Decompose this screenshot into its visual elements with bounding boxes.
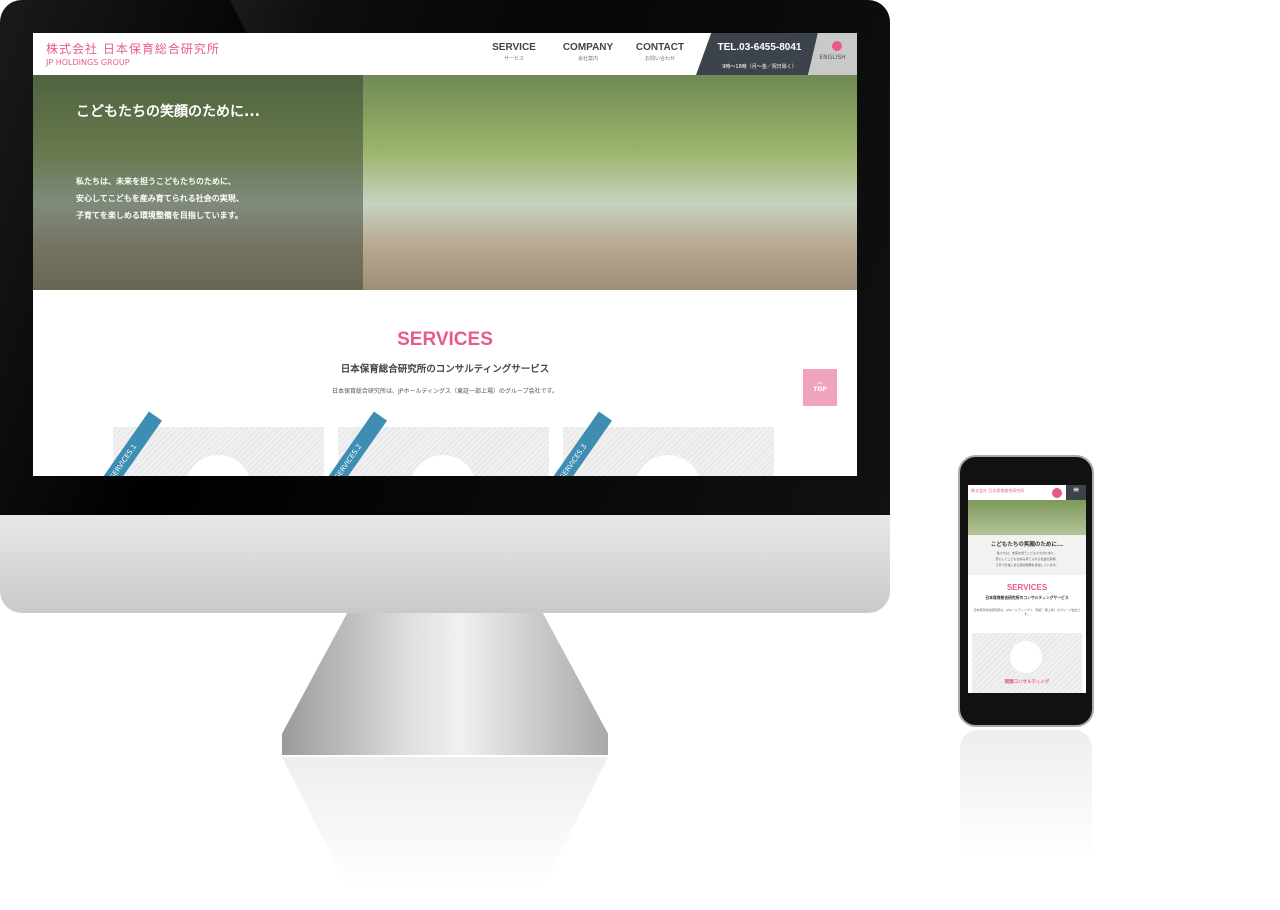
imac-stand bbox=[282, 613, 608, 755]
mobile-services-title: SERVICES bbox=[1006, 583, 1048, 592]
imac-chin bbox=[0, 515, 890, 613]
mobile-hero-line: 私たちは、未来を担うこどもたちのために、 bbox=[997, 551, 1057, 555]
card-ribbon: SERVICES.2 bbox=[328, 411, 387, 476]
logo-group: JP HOLDINGS GROUP bbox=[46, 58, 130, 67]
mobile-card-title: 開園コンサルティング bbox=[1004, 680, 1050, 685]
phone-reflection bbox=[960, 730, 1092, 860]
nav-service[interactable]: SERVICE サービス bbox=[479, 42, 549, 62]
mobile-services-desc: 日本保育総合研究所は、JPホールディングス（東証一部上場）のグループ会社です。 bbox=[973, 608, 1081, 616]
tel-button[interactable]: TEL.03-6455-8041 9時〜18時（月〜金／祝日除く） bbox=[696, 33, 823, 75]
people-icon bbox=[1010, 641, 1042, 673]
chevron-up-icon: ︿ bbox=[816, 379, 823, 386]
hero-line: 子育てを楽しめる環境整備を目指しています。 bbox=[76, 211, 243, 220]
hero-title: こどもたちの笑顔のために... bbox=[76, 104, 260, 120]
mobile-service-card[interactable]: 開園コンサルティング bbox=[972, 633, 1082, 693]
menu-icon[interactable]: ≡ bbox=[1066, 485, 1086, 500]
globe-icon bbox=[832, 41, 842, 51]
house-icon bbox=[410, 455, 476, 476]
site-header: 株式会社 日本保育総合研究所 JP HOLDINGS GROUP SERVICE… bbox=[33, 33, 857, 75]
hero-line: 私たちは、未来を担うこどもたちのために、 bbox=[76, 177, 236, 186]
stand-reflection bbox=[282, 757, 608, 887]
phone-icon[interactable] bbox=[1052, 488, 1062, 498]
service-card[interactable]: SERVICES.1 bbox=[103, 411, 324, 476]
mobile-logo[interactable]: 株式会社 日本保育総合研究所 bbox=[971, 488, 1024, 494]
mobile-services-subtitle: 日本保育総合研究所のコンサルティングサービス bbox=[985, 595, 1069, 600]
desktop-website: 株式会社 日本保育総合研究所 JP HOLDINGS GROUP SERVICE… bbox=[33, 33, 857, 476]
mobile-website: 株式会社 日本保育総合研究所 ≡ こどもたちの笑顔のために... 私たちは、未来… bbox=[968, 485, 1086, 693]
mobile-hero-image bbox=[968, 500, 1086, 535]
card-ribbon: SERVICES.3 bbox=[553, 411, 612, 476]
back-to-top-button[interactable]: ︿ TOP bbox=[803, 369, 837, 406]
nav-contact[interactable]: CONTACT お問い合わせ bbox=[625, 42, 695, 62]
services-title: SERVICES bbox=[397, 329, 493, 350]
mobile-hero-title: こどもたちの笑顔のために... bbox=[990, 542, 1064, 548]
card-ribbon: SERVICES.1 bbox=[103, 411, 162, 476]
logo[interactable]: 株式会社 日本保育総合研究所 bbox=[46, 40, 220, 57]
services-desc: 日本保育総合研究所は、JPホールディングス（東証一部上場）のグループ会社です。 bbox=[331, 388, 558, 395]
service-card[interactable]: SERVICES.2 bbox=[328, 411, 549, 476]
services-subtitle: 日本保育総合研究所のコンサルティングサービス bbox=[340, 364, 550, 375]
service-card[interactable]: SERVICES.3 bbox=[553, 411, 774, 476]
mobile-hero-line: 子育てを楽しめる環境整備を目指しています。 bbox=[995, 563, 1059, 567]
mobile-hero-line: 安心してこどもを産み育てられる社会の実現、 bbox=[995, 557, 1059, 561]
music-icon bbox=[635, 455, 701, 476]
nav-company[interactable]: COMPANY 会社案内 bbox=[553, 42, 623, 62]
people-icon bbox=[185, 455, 251, 476]
hero-line: 安心してこどもを産み育てられる社会の実現、 bbox=[76, 194, 244, 203]
